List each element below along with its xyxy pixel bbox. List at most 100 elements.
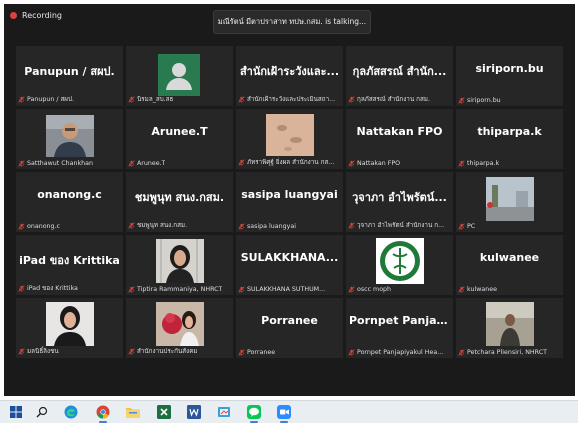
mic-muted-icon [18, 284, 25, 292]
line-taskbar-button[interactable] [246, 404, 262, 423]
participant-title: กุลภัสสรณ์ สำนัก... [352, 65, 447, 78]
participant-tile[interactable]: ภัทราพิศุฐ์ ยิ่งผล สำนักงาน กส... [236, 109, 343, 169]
participant-tile[interactable]: Arunee.T Arunee.T [126, 109, 233, 169]
participant-video-thumbnail [46, 302, 94, 346]
mic-muted-icon [128, 347, 135, 355]
paint-taskbar-button[interactable] [216, 404, 232, 420]
windows-start-button[interactable] [8, 404, 24, 420]
participant-tile[interactable]: Tiptira Rammaniya, NHRCT [126, 235, 233, 295]
participant-tile[interactable]: thiparpa.k thiparpa.k [456, 109, 563, 169]
file-explorer-taskbar-button[interactable] [125, 404, 141, 420]
participant-name: วุจาภา อำไพรัตน์ สำนักงาน ก... [357, 222, 445, 229]
word-icon [187, 405, 201, 419]
participant-name: ภัทราพิศุฐ์ ยิ่งผล สำนักงาน กส... [247, 159, 335, 166]
participant-tile[interactable]: sasipa luangyai sasipa luangyai [236, 172, 343, 232]
participant-name: kulwanee [467, 286, 497, 293]
participant-name: Porranee [247, 349, 276, 356]
participant-tile[interactable]: kulwanee kulwanee [456, 235, 563, 295]
participant-video-thumbnail [156, 302, 204, 346]
participant-tile[interactable]: กุลภัสสรณ์ สำนัก... กุลภัสสรณ์ สำนักงาน … [346, 46, 453, 106]
participant-name: มลนิธิ์ลิงชน [27, 348, 59, 355]
participant-tile[interactable]: oscc moph [346, 235, 453, 295]
participant-name: Pornpet Panjapiyakul Hea... [357, 349, 444, 356]
participant-video-thumbnail [156, 239, 204, 283]
word-taskbar-button[interactable] [186, 404, 202, 420]
participant-tile[interactable]: Pornpet Panjapi... Pornpet Panjapiyakul … [346, 298, 453, 358]
mic-muted-icon [128, 95, 135, 103]
chrome-browser-icon [96, 405, 110, 419]
line-app-icon [247, 405, 261, 419]
mic-muted-icon [128, 160, 135, 167]
participant-name: thiparpa.k [467, 160, 500, 167]
mic-muted-icon [238, 95, 245, 103]
search-icon [36, 406, 48, 418]
participant-tile[interactable]: Satthawut Chankhan [16, 109, 123, 169]
participant-title: SULAKKHANA... [240, 251, 339, 264]
participant-tile[interactable]: นิรมล_สบ.สธ [126, 46, 233, 106]
participant-tile[interactable]: PC [456, 172, 563, 232]
participant-grid: Panupun / สผป. Panupun / สผป. นิรมล_สบ.ส… [16, 46, 563, 358]
participant-name: onanong.c [27, 223, 60, 230]
participant-title: siriporn.bu [475, 62, 544, 75]
participant-tile[interactable]: siriporn.bu siriporn.bu [456, 46, 563, 106]
participant-tile[interactable]: Nattakan FPO Nattakan FPO [346, 109, 453, 169]
windows-taskbar [0, 400, 578, 423]
participant-tile[interactable]: วุจาภา อำไพรัตน์... วุจาภา อำไพรัตน์ สำน… [346, 172, 453, 232]
mic-muted-icon [348, 160, 355, 167]
participant-name: iPad ของ Krittika [27, 285, 78, 292]
recording-indicator[interactable]: Recording [10, 11, 62, 20]
mic-muted-icon [238, 286, 245, 293]
mic-muted-icon [128, 286, 135, 293]
participant-name: นิรมล_สบ.สธ [137, 96, 174, 103]
participant-title: สำนักเฝ้าระวังและ... [239, 65, 340, 78]
participant-tile[interactable]: SULAKKHANA... SULAKKHANA SUTHUM... [236, 235, 343, 295]
participant-title: onanong.c [37, 188, 102, 201]
mic-muted-icon [18, 223, 25, 230]
participant-video-thumbnail [486, 302, 534, 346]
active-speaker-text: มณีรัตน์ มีตาปราสาท ทปษ.กสม. is talking.… [217, 17, 367, 26]
mic-muted-icon [348, 286, 355, 293]
mic-muted-icon [458, 286, 465, 293]
record-dot-icon [10, 12, 17, 19]
zoom-taskbar-button[interactable] [276, 404, 292, 423]
participant-name: สำนักงานประกันสังคม [137, 348, 198, 355]
participant-tile[interactable]: Porranee Porranee [236, 298, 343, 358]
participant-title: Panupun / สผป. [24, 65, 115, 78]
mic-muted-icon [458, 97, 465, 104]
participant-tile[interactable]: สำนักเฝ้าระวังและ... สำนักเฝ้าระวังและปร… [236, 46, 343, 106]
participant-title: thiparpa.k [477, 125, 542, 138]
ministry-logo-icon [376, 238, 424, 284]
participant-name: sasipa luangyai [247, 223, 296, 230]
excel-taskbar-button[interactable] [156, 404, 172, 420]
participant-name: กุลภัสสรณ์ สำนักงาน กสม. [357, 96, 430, 103]
participant-name: Panupun / สผป. [27, 96, 74, 103]
participant-title: Porranee [261, 314, 318, 327]
participant-video-thumbnail [46, 115, 94, 157]
participant-name: Satthawut Chankhan [27, 160, 93, 167]
participant-tile[interactable]: Petchara Pliensiri, NHRCT [456, 298, 563, 358]
participant-name: SULAKKHANA SUTHUM... [247, 286, 326, 293]
edge-taskbar-button[interactable] [63, 404, 79, 420]
edge-browser-icon [64, 405, 78, 419]
mic-muted-icon [18, 160, 25, 167]
participant-tile[interactable]: iPad ของ Krittika iPad ของ Krittika [16, 235, 123, 295]
mic-muted-icon [128, 221, 135, 229]
participant-title: Pornpet Panjapi... [349, 314, 453, 327]
participant-tile[interactable]: สำนักงานประกันสังคม [126, 298, 233, 358]
participant-tile[interactable]: Panupun / สผป. Panupun / สผป. [16, 46, 123, 106]
participant-name: Nattakan FPO [357, 160, 401, 167]
participant-tile[interactable]: มลนิธิ์ลิงชน [16, 298, 123, 358]
participant-tile[interactable]: onanong.c onanong.c [16, 172, 123, 232]
participant-name: siriporn.bu [467, 97, 501, 104]
participant-name: oscc moph [357, 286, 392, 293]
mic-muted-icon [458, 223, 465, 230]
mic-muted-icon [238, 223, 245, 230]
participant-name: Arunee.T [137, 160, 166, 167]
participant-title: sasipa luangyai [241, 188, 338, 201]
recording-label: Recording [22, 11, 63, 20]
chrome-taskbar-button[interactable] [95, 404, 111, 423]
participant-name: Petchara Pliensiri, NHRCT [467, 349, 547, 356]
mic-muted-icon [348, 349, 355, 356]
search-button[interactable] [34, 404, 50, 420]
participant-tile[interactable]: ชมพูนุท สนง.กสม. ชมพูนุท สนง.กสม. [126, 172, 233, 232]
